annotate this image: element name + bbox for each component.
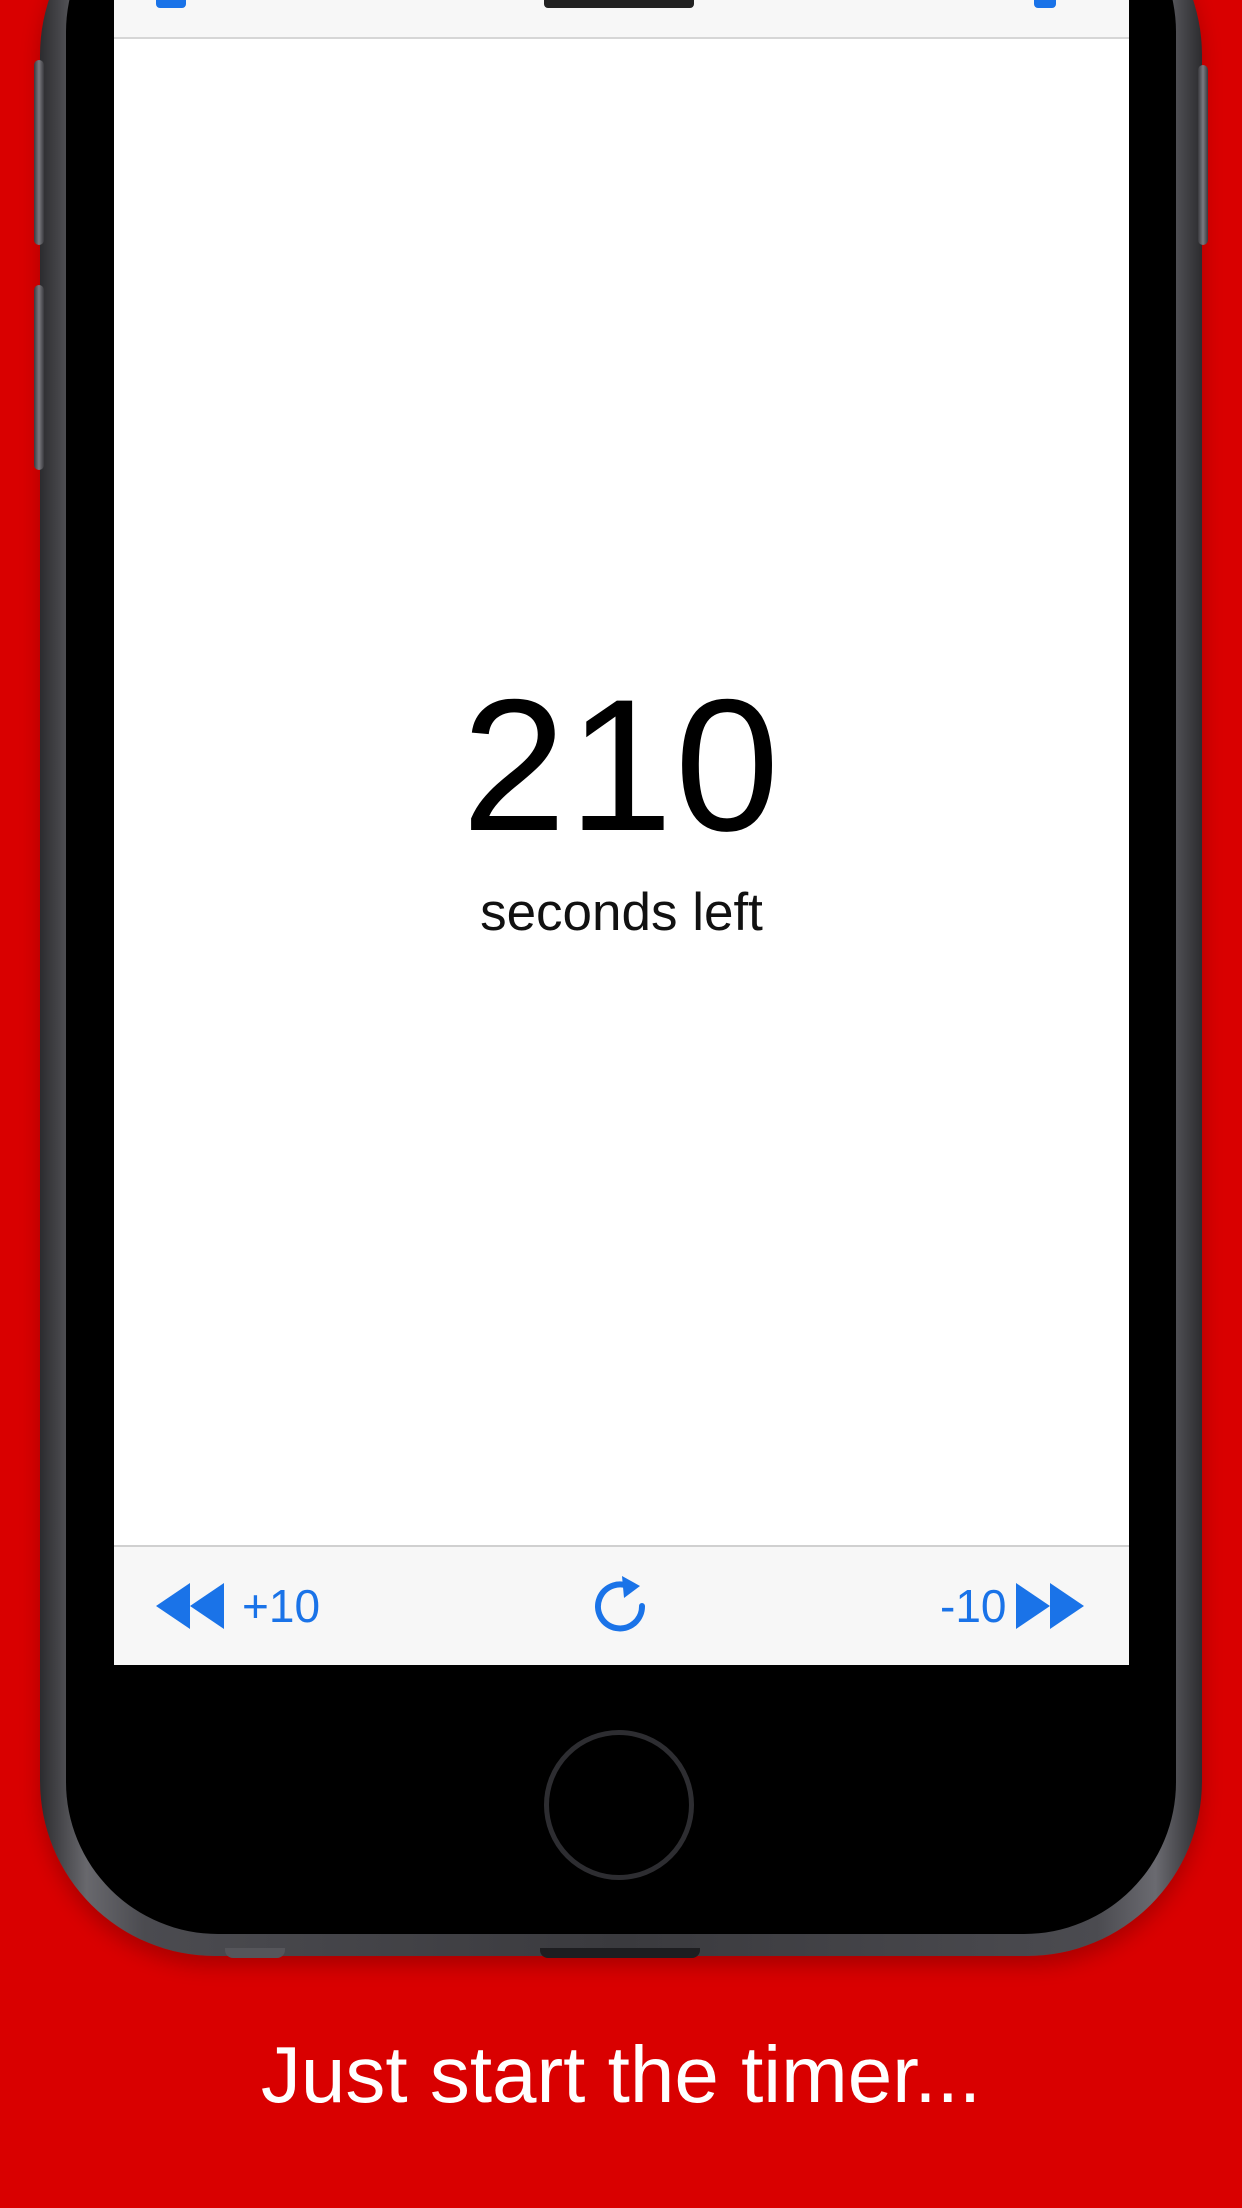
- phone-side-button: [1198, 65, 1208, 245]
- fast-forward-icon: [1016, 1583, 1085, 1629]
- seconds-left-label: seconds left: [480, 883, 763, 942]
- nav-title-fragment: [544, 0, 694, 8]
- seconds-counter: 210: [461, 660, 782, 870]
- phone-mic: [225, 1948, 285, 1958]
- phone-speaker-grille: [540, 1948, 700, 1958]
- app-screen: 210 seconds left +10 -10: [114, 0, 1129, 1665]
- nav-item-fragment[interactable]: [156, 0, 186, 8]
- timer-display: 210 seconds left: [114, 655, 1129, 945]
- refresh-icon: [595, 1576, 646, 1632]
- subtract-ten-label: -10: [940, 1580, 1007, 1632]
- add-ten-label: +10: [242, 1580, 321, 1632]
- nav-item-fragment[interactable]: [1034, 0, 1056, 8]
- phone-side-button: [34, 60, 44, 245]
- navigation-bar: [114, 0, 1129, 39]
- add-ten-seconds-button[interactable]: +10: [156, 1547, 320, 1665]
- phone-side-button: [34, 285, 44, 470]
- home-button[interactable]: [544, 1730, 694, 1880]
- subtract-ten-seconds-button[interactable]: -10: [940, 1547, 1088, 1665]
- reset-timer-button[interactable]: [588, 1547, 652, 1665]
- bottom-toolbar: +10 -10: [114, 1545, 1129, 1665]
- marketing-caption: Just start the timer...: [260, 2030, 982, 2119]
- rewind-icon: [156, 1583, 224, 1629]
